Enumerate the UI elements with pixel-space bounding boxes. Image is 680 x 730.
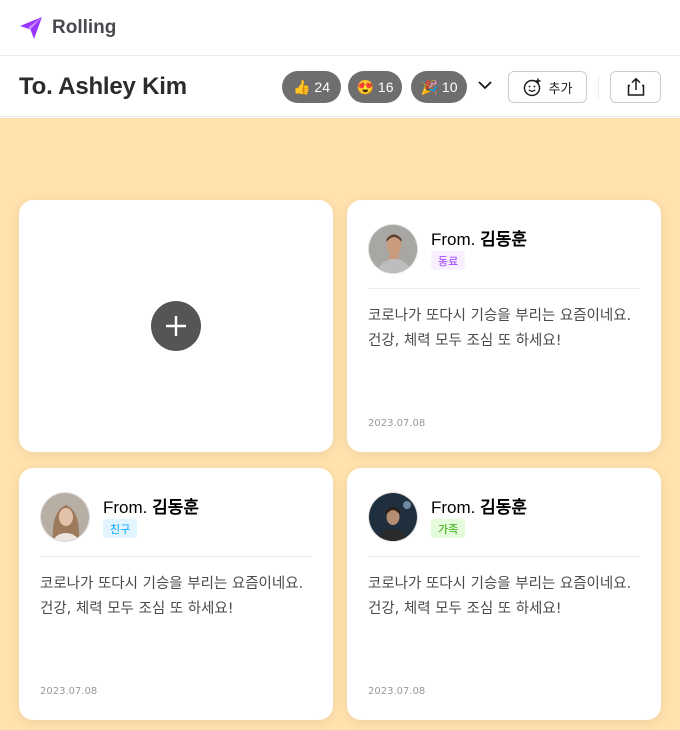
message-date: 2023.07.08 <box>40 686 98 697</box>
from-prefix: From. <box>431 230 476 249</box>
sender-name: 김동훈 <box>480 498 528 517</box>
avatar <box>368 224 418 274</box>
message-card[interactable]: From. 김동훈 동료 코로나가 또다시 기승을 부리는 요즘이네요. 건강,… <box>347 200 661 452</box>
message-card[interactable]: From. 김동훈 가족 코로나가 또다시 기승을 부리는 요즘이네요. 건강,… <box>347 468 661 720</box>
avatar <box>40 492 90 542</box>
party-popper-icon: 🎉 <box>420 78 438 95</box>
card-divider <box>368 288 640 289</box>
message-line: 코로나가 또다시 기승을 부리는 요즘이네요. <box>368 308 632 324</box>
share-button[interactable] <box>610 71 661 103</box>
reaction-badge-heart-eyes[interactable]: 😍 16 <box>348 71 402 103</box>
card-divider <box>368 556 640 557</box>
message-text: 코로나가 또다시 기승을 부리는 요즘이네요. 건강, 체력 모두 조심 또 하… <box>40 572 316 622</box>
reactions-dropdown-toggle[interactable] <box>475 75 495 95</box>
message-text: 코로나가 또다시 기승을 부리는 요즘이네요. 건강, 체력 모두 조심 또 하… <box>368 572 644 622</box>
chevron-down-icon <box>478 80 492 89</box>
recipient-title: To. Ashley Kim <box>19 73 187 100</box>
message-line: 건강, 체력 모두 조심 또 하세요! <box>40 601 234 617</box>
header-divider <box>598 75 599 99</box>
reaction-count: 16 <box>377 79 394 95</box>
from-prefix: From. <box>103 498 148 517</box>
message-line: 코로나가 또다시 기승을 부리는 요즘이네요. <box>368 576 632 592</box>
from-prefix: From. <box>431 498 476 517</box>
recipient-header: To. Ashley Kim 👍 24 😍 16 🎉 10 추가 <box>0 57 680 117</box>
message-date: 2023.07.08 <box>368 418 426 429</box>
reaction-badge-party[interactable]: 🎉 10 <box>411 71 467 103</box>
reaction-count: 10 <box>441 79 458 95</box>
relation-badge: 가족 <box>431 519 466 538</box>
reaction-badge-thumbs-up[interactable]: 👍 24 <box>282 71 341 103</box>
message-line: 건강, 체력 모두 조심 또 하세요! <box>368 601 562 617</box>
logo-text: Rolling <box>52 16 117 38</box>
card-divider <box>40 556 312 557</box>
share-icon <box>627 77 644 96</box>
reaction-count: 24 <box>314 79 330 95</box>
add-reaction-label: 추가 <box>548 81 573 97</box>
sender-line: From. 김동훈 <box>431 225 527 250</box>
message-line: 코로나가 또다시 기승을 부리는 요즘이네요. <box>40 576 304 592</box>
message-card[interactable]: From. 김동훈 친구 코로나가 또다시 기승을 부리는 요즘이네요. 건강,… <box>19 468 333 720</box>
message-line: 건강, 체력 모두 조심 또 하세요! <box>368 333 562 349</box>
sender-name: 김동훈 <box>152 498 200 517</box>
add-message-card[interactable] <box>19 200 333 452</box>
sender-line: From. 김동훈 <box>431 493 527 518</box>
relation-badge: 동료 <box>431 251 466 270</box>
message-board: From. 김동훈 동료 코로나가 또다시 기승을 부리는 요즘이네요. 건강,… <box>0 118 680 730</box>
sender-name: 김동훈 <box>480 230 528 249</box>
heart-eyes-icon: 😍 <box>356 78 374 95</box>
avatar <box>368 492 418 542</box>
message-text: 코로나가 또다시 기승을 부리는 요즘이네요. 건강, 체력 모두 조심 또 하… <box>368 304 644 354</box>
plus-icon <box>151 301 201 351</box>
add-emoji-icon <box>523 78 541 97</box>
sender-line: From. 김동훈 <box>103 493 199 518</box>
logo[interactable]: Rolling <box>18 15 116 41</box>
relation-badge: 친구 <box>103 519 138 538</box>
paper-plane-icon <box>18 15 44 41</box>
message-date: 2023.07.08 <box>368 686 426 697</box>
add-reaction-button[interactable]: 추가 <box>508 71 587 103</box>
top-navigation-bar: Rolling <box>0 0 680 56</box>
thumbs-up-icon: 👍 <box>292 78 311 95</box>
